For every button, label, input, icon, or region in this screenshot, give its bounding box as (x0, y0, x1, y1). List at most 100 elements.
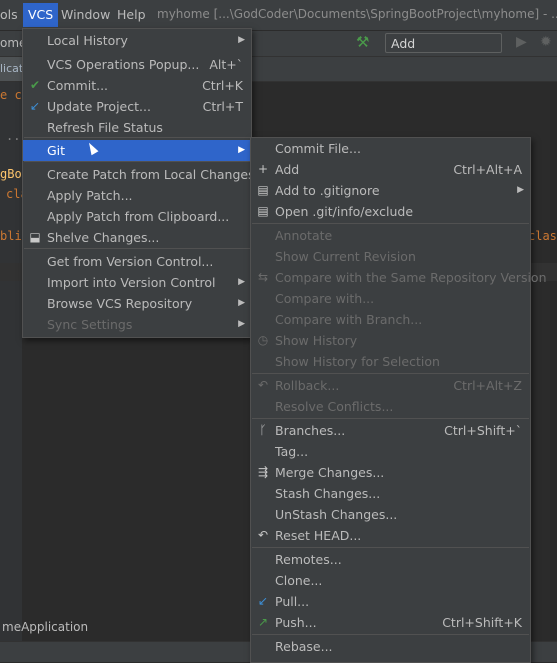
menu-item-label: Show Current Revision (275, 249, 416, 264)
vcs-menu-item-create-patch-from-local-changes[interactable]: Create Patch from Local Changes... (23, 164, 267, 185)
git-menu-item-resolve-conflicts: Resolve Conflicts... (251, 396, 530, 417)
vcs-menu-item-vcs-operations-popup[interactable]: VCS Operations Popup... Alt+` (23, 54, 251, 75)
vcs-menu-item-apply-patch-from-clipboard[interactable]: Apply Patch from Clipboard... (23, 206, 251, 227)
git-menu-item-compare-with-branch: Compare with Branch... (251, 309, 530, 330)
window-title: myhome [...\GodCoder\Documents\SpringBoo… (157, 7, 557, 21)
menu-item-label: Sync Settings (47, 317, 133, 332)
menu-item-label: Git (47, 143, 66, 158)
menu-item-label: Pull... (275, 594, 310, 609)
vcs-menu-item-git[interactable]: Git ▶ (23, 140, 251, 161)
vcs-menu-item-apply-patch[interactable]: Apply Patch... (23, 185, 251, 206)
menu-item-label: Refresh File Status (47, 120, 163, 135)
git-menu-item-unstash-changes[interactable]: UnStash Changes... (251, 504, 530, 525)
vcs-menu-item-update-project[interactable]: ↙ Update Project... Ctrl+T (23, 96, 251, 117)
submenu-arrow-icon: ▶ (238, 35, 245, 45)
git-menu-item-add-to-gitignore[interactable]: ▤ Add to .gitignore ▶ (251, 180, 530, 201)
debug-icon[interactable]: ✹ (540, 34, 552, 50)
vcs-menu-item-commit[interactable]: ✔ Commit... Ctrl+K (23, 75, 251, 96)
menu-separator (252, 223, 529, 224)
shortcut-label: Ctrl+Alt+A (453, 162, 522, 177)
menu-item-label: Commit... (47, 78, 109, 93)
git-menu-item-branches[interactable]: ᚴ Branches... Ctrl+Shift+` (251, 420, 530, 441)
git-menu-item-show-current-revision: Show Current Revision (251, 246, 530, 267)
run-icon[interactable]: ▶ (516, 34, 527, 50)
editor-tab[interactable]: licati (0, 57, 22, 81)
git-menu-item-remotes[interactable]: Remotes... (251, 549, 530, 570)
menu-item-label: Merge Changes... (275, 465, 385, 480)
menu-separator (24, 137, 250, 138)
vcs-menu-item-local-history[interactable]: Local History ▶ (23, 30, 251, 51)
menu-item-label: Annotate (275, 228, 333, 243)
shortcut-label: Ctrl+T (202, 99, 243, 114)
git-submenu: Commit File... + Add Ctrl+Alt+A ▤ Add to .git… (250, 137, 547, 663)
menu-item-label: Shelve Changes... (47, 230, 160, 245)
open-git-info-exclude-icon: ▤ (257, 204, 269, 218)
shortcut-label: Alt+` (209, 57, 243, 72)
git-menu-item-merge-changes[interactable]: ⇶ Merge Changes... (251, 462, 530, 483)
git-menu-item-stash-changes[interactable]: Stash Changes... (251, 483, 530, 504)
submenu-arrow-icon: ▶ (238, 145, 245, 155)
menu-item-label: Create Patch from Local Changes... (47, 167, 267, 182)
menu-separator (252, 634, 529, 635)
submenu-arrow-icon: ▶ (238, 319, 245, 329)
add-to-gitignore-icon: ▤ (257, 183, 269, 197)
vcs-menu-item-sync-settings: Sync Settings ▶ (23, 314, 251, 335)
vcs-menu-item-get-from-version-control[interactable]: Get from Version Control... (23, 251, 251, 272)
menu-item-label: Add (275, 162, 300, 177)
shortcut-label: Ctrl+Shift+` (444, 423, 522, 438)
menu-item-label: Tag... (275, 444, 309, 459)
hammer-icon[interactable]: ⚒ (356, 33, 369, 51)
merge-changes-icon: ⇶ (257, 465, 269, 479)
branches-icon: ᚴ (259, 423, 267, 437)
compare-with-the-same-repository-version-icon: ⇆ (257, 270, 269, 284)
vcs-menu-item-browse-vcs-repository[interactable]: Browse VCS Repository ▶ (23, 293, 251, 314)
menu-item-label: Show History for Selection (275, 354, 440, 369)
menu-item-label: Add to .gitignore (275, 183, 380, 198)
git-menu-item-commit-file[interactable]: Commit File... (251, 138, 530, 159)
shortcut-label: Ctrl+Alt+Z (453, 378, 522, 393)
git-menu-item-annotate: Annotate (251, 225, 530, 246)
git-menu-item-clone[interactable]: Clone... (251, 570, 530, 591)
commit-icon: ✔ (29, 78, 41, 92)
git-menu-item-compare-with-the-same-repository-version: ⇆ Compare with the Same Repository Versio… (251, 267, 547, 288)
menu-item-label: Apply Patch... (47, 188, 133, 203)
menu-item-label: Show History (275, 333, 358, 348)
git-menu-item-tag[interactable]: Tag... (251, 441, 530, 462)
git-menu-item-add[interactable]: + Add Ctrl+Alt+A (251, 159, 530, 180)
code-fragment: class (528, 229, 557, 243)
git-menu-item-rebase[interactable]: Rebase... (251, 636, 530, 657)
run-config-label: meApplication (2, 620, 89, 634)
vcs-menu-item-refresh-file-status[interactable]: Refresh File Status (23, 117, 251, 138)
menu-item-label: Remotes... (275, 552, 342, 567)
menu-item-label: Resolve Conflicts... (275, 399, 394, 414)
pull-icon: ↙ (257, 594, 269, 608)
submenu-arrow-icon: ▶ (238, 298, 245, 308)
editor-gutter (0, 82, 22, 642)
menu-item-label: Compare with the Same Repository Version (275, 270, 547, 285)
menu-window[interactable]: Window (61, 7, 110, 22)
menu-separator (252, 373, 529, 374)
shortcut-label: Ctrl+K (202, 78, 243, 93)
update-project-icon: ↙ (29, 99, 41, 113)
shortcut-label: Ctrl+Shift+K (442, 615, 522, 630)
menu-item-label: UnStash Changes... (275, 507, 398, 522)
menu-separator (252, 418, 529, 419)
menu-tools[interactable]: ols (0, 7, 18, 22)
menu-item-label: VCS Operations Popup... (47, 57, 200, 72)
menu-item-label: Clone... (275, 573, 323, 588)
menu-item-label: Get from Version Control... (47, 254, 214, 269)
menu-item-label: Commit File... (275, 141, 361, 156)
shelve-changes-icon: ⬓ (29, 230, 41, 244)
menu-item-label: Import into Version Control (47, 275, 216, 290)
git-menu-item-rollback: ↶ Rollback... Ctrl+Alt+Z (251, 375, 530, 396)
menu-vcs[interactable]: VCS (23, 3, 59, 27)
vcs-menu-item-shelve-changes[interactable]: ⬓ Shelve Changes... (23, 227, 251, 248)
git-menu-item-reset-head[interactable]: ↶ Reset HEAD... (251, 525, 530, 546)
git-menu-item-pull[interactable]: ↙ Pull... (251, 591, 530, 612)
menu-item-label: Open .git/info/exclude (275, 204, 414, 219)
menu-help[interactable]: Help (117, 7, 146, 22)
git-menu-item-push[interactable]: ↗ Push... Ctrl+Shift+K (251, 612, 530, 633)
vcs-menu-item-import-into-version-control[interactable]: Import into Version Control ▶ (23, 272, 251, 293)
git-menu-item-open-git-info-exclude[interactable]: ▤ Open .git/info/exclude (251, 201, 530, 222)
add-configuration-button[interactable]: Add Configuration... (385, 33, 502, 71)
